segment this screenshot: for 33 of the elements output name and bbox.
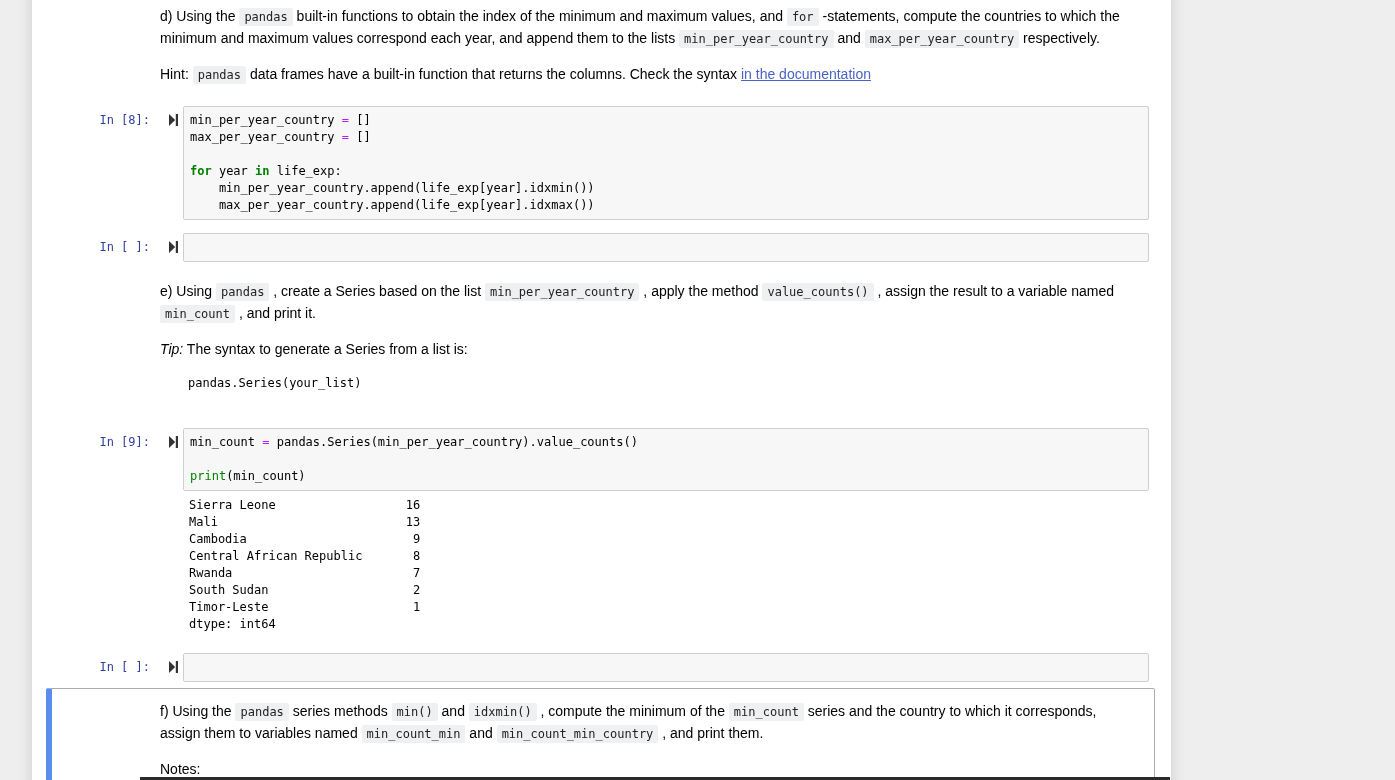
paragraph-text: Notes: xyxy=(160,760,202,779)
step-forward-icon[interactable] xyxy=(169,661,178,673)
code-editor[interactable]: min_count = pandas.Series(min_per_year_country).value_counts() print(min_count) xyxy=(183,428,1149,491)
paragraph-text: e) Using pandas , create a Series based on the list min_per_year_country , apply the method value_counts() , assign the result to a variable named min_count , and print it. xyxy=(160,282,1116,325)
code-editor[interactable]: min_per_year_country = [] max_per_year_country = [] for year in life_exp: min_per_year_country.append(life_exp[year].idxmin()) max_per_year_country.append(life_exp[year].idxmax()) xyxy=(183,106,1149,220)
input-prompt: In [ ]: xyxy=(98,659,151,676)
output-count-text: 7 xyxy=(412,565,421,582)
paragraph-text: Tip: The syntax to generate a Series from a list is: xyxy=(160,340,469,359)
output-count-text: 16 xyxy=(405,497,421,514)
output-index-text: Rwanda xyxy=(189,565,233,582)
output-count-text: 13 xyxy=(405,514,421,531)
output-index-text: Sierra Leone xyxy=(189,497,276,514)
dtype-text: dtype: int64 xyxy=(189,616,276,633)
input-prompt: In [9]: xyxy=(98,434,151,451)
output-index-text: Timor-Leste xyxy=(189,599,269,616)
paragraph-text: Hint: pandas data frames have a built-in function that returns the columns. Check the syntax in the documentation xyxy=(160,65,872,86)
text-link[interactable]: in the documentation xyxy=(740,66,871,82)
step-forward-icon[interactable] xyxy=(169,114,178,126)
paragraph-text: f) Using the pandas series methods min() and idxmin() , compute the minimum of the min_count series and the country to which it corresponds, assign them to variables named min_count_min and min_count_min_country , and print them. xyxy=(160,702,1098,745)
input-prompt: In [8]: xyxy=(98,112,151,129)
output-index-text: South Sudan xyxy=(189,582,269,599)
output-index-text: Central African Republic xyxy=(189,548,363,565)
code-example: pandas.Series(your_list) xyxy=(188,375,363,392)
step-forward-icon[interactable] xyxy=(169,436,178,448)
output-count-text: 9 xyxy=(412,531,421,548)
paragraph-text: d) Using the pandas built-in functions to obtain the index of the minimum and maximum values, and for -statements, compute the countries to which the minimum and maximum values correspond each year, and append them to the lists min_per_year_country and max_per_year_country respectively. xyxy=(160,7,1121,50)
step-forward-icon[interactable] xyxy=(169,241,178,253)
output-count-text: 2 xyxy=(412,582,421,599)
output-index-text: Mali xyxy=(189,514,218,531)
input-prompt: In [ ]: xyxy=(98,239,151,256)
output-index-text: Cambodia xyxy=(189,531,247,548)
output-count-text: 8 xyxy=(412,548,421,565)
output-count-text: 1 xyxy=(412,599,421,616)
